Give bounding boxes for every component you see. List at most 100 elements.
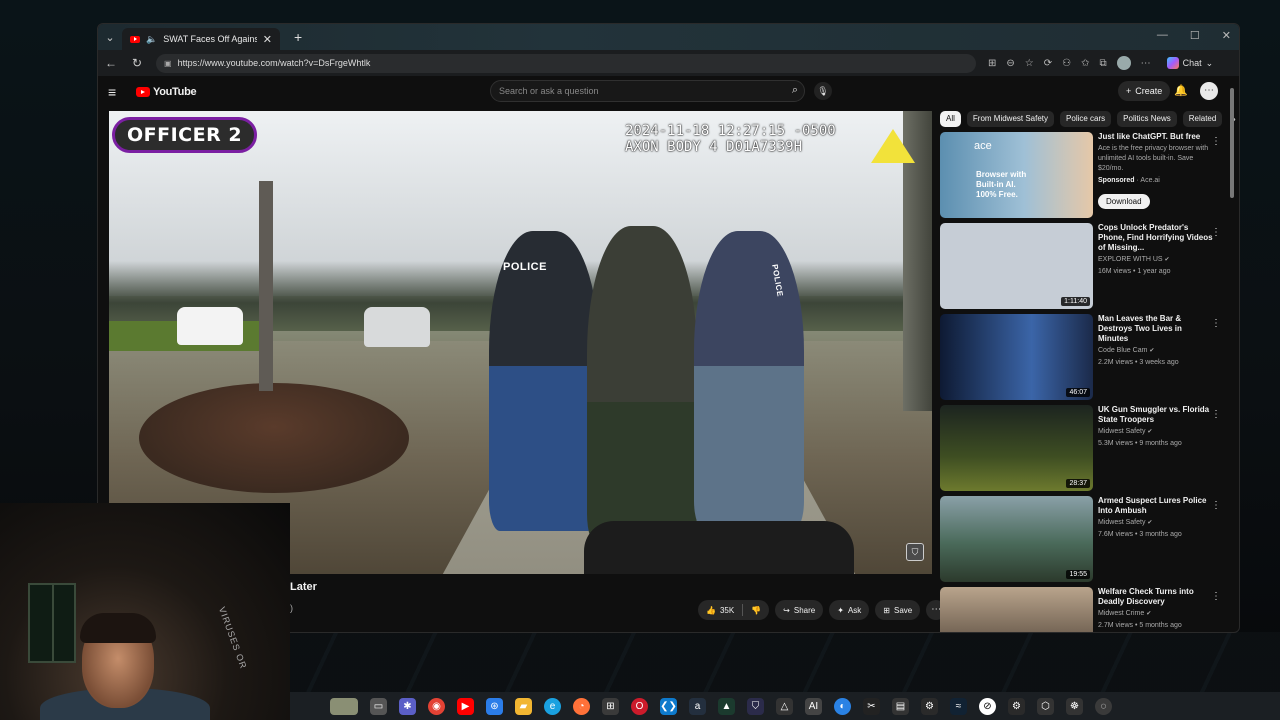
dislike-button[interactable]: 👎 <box>743 606 769 615</box>
taskbar-stream-icon[interactable]: ≈ <box>950 697 967 715</box>
ad-menu-icon[interactable]: ⋮ <box>1211 136 1221 147</box>
profile-avatar[interactable] <box>1116 56 1131 70</box>
ad-download-button[interactable]: Download <box>1098 194 1150 209</box>
video-foreground-hand <box>584 521 854 574</box>
app-available-icon[interactable]: ⊞ <box>988 58 996 69</box>
rec-menu-icon[interactable]: ⋮ <box>1211 591 1221 602</box>
page-scrollbar[interactable] <box>1229 84 1235 630</box>
rec-info: Armed Suspect Lures Police Into Ambush M… <box>1098 496 1213 583</box>
rec-menu-icon[interactable]: ⋮ <box>1211 500 1221 511</box>
save-button[interactable]: ⊞ Save <box>875 600 921 620</box>
hamburger-icon[interactable]: ≡ <box>108 84 128 100</box>
chip-from-channel[interactable]: From Midwest Safety <box>966 111 1055 127</box>
bookmark-icon: ⊞ <box>883 605 890 615</box>
ad-thumbnail[interactable]: ace Browser with Built-in AI. 100% Free. <box>940 132 1093 218</box>
taskbar-gear-icon[interactable]: ⚙ <box>1008 697 1025 715</box>
taskbar-hex-icon[interactable]: ⬡ <box>1037 697 1054 715</box>
extensions-icon[interactable]: ⟳ <box>1044 58 1052 69</box>
like-dislike-group: 👍 35K 👎 <box>698 600 770 620</box>
chip-all[interactable]: All <box>940 111 961 127</box>
taskbar-thumbnail-icon[interactable] <box>330 697 358 715</box>
lock-icon[interactable]: ▣ <box>164 59 172 68</box>
speaker-icon[interactable]: 🔈 <box>146 34 157 45</box>
rec-item-2[interactable]: 46:07 Man Leaves the Bar & Destroys Two … <box>940 314 1225 401</box>
rec-thumbnail[interactable]: 46:07 <box>940 314 1093 400</box>
taskbar-folder-icon[interactable]: ▰ <box>515 697 532 715</box>
close-window-button[interactable]: ✕ <box>1222 29 1231 42</box>
rec-thumbnail[interactable]: 19:55 <box>940 496 1093 582</box>
taskbar-ai-icon[interactable]: AI <box>805 697 822 715</box>
video-tree <box>259 181 273 391</box>
rec-menu-icon[interactable]: ⋮ <box>1211 318 1221 329</box>
refresh-icon[interactable]: ↻ <box>130 56 144 70</box>
chip-related[interactable]: Related <box>1182 111 1223 127</box>
taskbar-chrome-icon[interactable]: ◉ <box>428 697 445 715</box>
channel-watermark-icon[interactable]: ⛉ <box>906 543 924 561</box>
taskbar-browser-icon[interactable]: ◐ <box>834 697 851 715</box>
search-icon[interactable]: ⌕ <box>792 84 798 97</box>
like-button[interactable]: 👍 35K <box>698 606 742 615</box>
mic-icon[interactable]: 🎙 <box>814 82 832 100</box>
taskbar-amazon-icon[interactable]: a <box>689 697 706 715</box>
new-tab-button[interactable]: + <box>294 29 302 45</box>
taskbar-triangle-icon[interactable]: △ <box>776 697 793 715</box>
taskbar-app-icon[interactable]: ⊛ <box>486 697 503 715</box>
taskbar-youtube-icon[interactable]: ▶ <box>457 697 474 715</box>
back-arrow-icon[interactable]: ← <box>104 56 118 70</box>
ask-button[interactable]: ✦ Ask <box>829 600 870 620</box>
settings-more-icon[interactable]: ⋯ <box>1141 58 1151 69</box>
taskbar-circle-icon[interactable]: ◌ <box>1095 697 1112 715</box>
taskbar-opera-icon[interactable]: O <box>631 697 648 715</box>
split-screen-icon[interactable]: ⚇ <box>1062 58 1071 69</box>
video-officer-right <box>694 231 804 531</box>
scrollbar-thumb[interactable] <box>1230 88 1234 198</box>
taskbar-vscode-icon[interactable]: ❮❯ <box>660 697 677 715</box>
rec-item-5[interactable]: Welfare Check Turns into Deadly Discover… <box>940 587 1225 632</box>
youtube-logo[interactable]: YouTube <box>136 86 197 98</box>
taskbar-teams-icon[interactable]: ✱ <box>399 697 416 715</box>
rec-item-4[interactable]: 19:55 Armed Suspect Lures Police Into Am… <box>940 496 1225 583</box>
taskbar-settings-icon[interactable]: ⚙ <box>921 697 938 715</box>
taskbar-capcut-icon[interactable]: ✂ <box>863 697 880 715</box>
favorites-icon[interactable]: ✩ <box>1081 58 1089 69</box>
webcam-shirt-text: VIRUSES OR <box>216 605 249 671</box>
share-button[interactable]: ↪ Share <box>775 600 824 620</box>
tab-list-chevron-icon[interactable]: ⌄ <box>98 31 122 44</box>
close-tab-icon[interactable]: ✕ <box>263 33 272 46</box>
toolbar-icons: ⊞ ⊖ ☆ ⟳ ⚇ ✩ ⧉ ⋯ Chat ⌄ <box>988 56 1213 70</box>
taskbar-firefox-icon[interactable]: ◔ <box>573 697 590 715</box>
rec-menu-icon[interactable]: ⋮ <box>1211 409 1221 420</box>
taskbar-file-icon[interactable]: ▭ <box>370 697 387 715</box>
zoom-icon[interactable]: ⊖ <box>1006 58 1014 69</box>
taskbar-monitor-icon[interactable]: ▤ <box>892 697 909 715</box>
taskbar-obs-icon[interactable]: ⊘ <box>979 697 996 715</box>
favorite-star-icon[interactable]: ☆ <box>1025 58 1034 69</box>
search-input[interactable]: Search or ask a question ⌕ <box>490 80 805 102</box>
taskbar-shield-icon[interactable]: ⛉ <box>747 697 764 715</box>
url-field[interactable]: ▣ https://www.youtube.com/watch?v=DsFrge… <box>156 53 976 73</box>
rec-item-1[interactable]: 1:11:40 Cops Unlock Predator's Phone, Fi… <box>940 223 1225 310</box>
maximize-button[interactable]: ☐ <box>1190 29 1200 42</box>
duration-badge: 19:55 <box>1066 570 1090 579</box>
copilot-chat-button[interactable]: Chat ⌄ <box>1166 57 1213 69</box>
taskbar-edge-icon[interactable]: e <box>544 697 561 715</box>
taskbar-robot-icon[interactable]: ☸ <box>1066 697 1083 715</box>
rec-thumbnail[interactable] <box>940 587 1093 632</box>
tab-youtube-video[interactable]: 🔈 SWAT Faces Off Against Killer ✕ <box>122 28 280 50</box>
video-car-silver <box>364 307 430 347</box>
taskbar-android-icon[interactable]: ▲ <box>718 697 735 715</box>
rec-item-3[interactable]: 28:37 UK Gun Smuggler vs. Florida State … <box>940 405 1225 492</box>
thumbs-up-icon: 👍 <box>706 605 716 615</box>
minimize-button[interactable]: — <box>1157 29 1168 42</box>
taskbar-store-icon[interactable]: ⊞ <box>602 697 619 715</box>
ad-card[interactable]: ace Browser with Built-in AI. 100% Free.… <box>940 132 1225 219</box>
create-button[interactable]: + Create <box>1118 81 1171 101</box>
user-avatar[interactable]: ⋯ <box>1200 82 1218 100</box>
collections-icon[interactable]: ⧉ <box>1100 58 1107 69</box>
bell-icon[interactable]: 🔔 <box>1174 84 1188 97</box>
rec-thumbnail[interactable]: 1:11:40 <box>940 223 1093 309</box>
chip-politics-news[interactable]: Politics News <box>1117 111 1177 127</box>
rec-menu-icon[interactable]: ⋮ <box>1211 227 1221 238</box>
rec-thumbnail[interactable]: 28:37 <box>940 405 1093 491</box>
chip-police-cars[interactable]: Police cars <box>1060 111 1112 127</box>
